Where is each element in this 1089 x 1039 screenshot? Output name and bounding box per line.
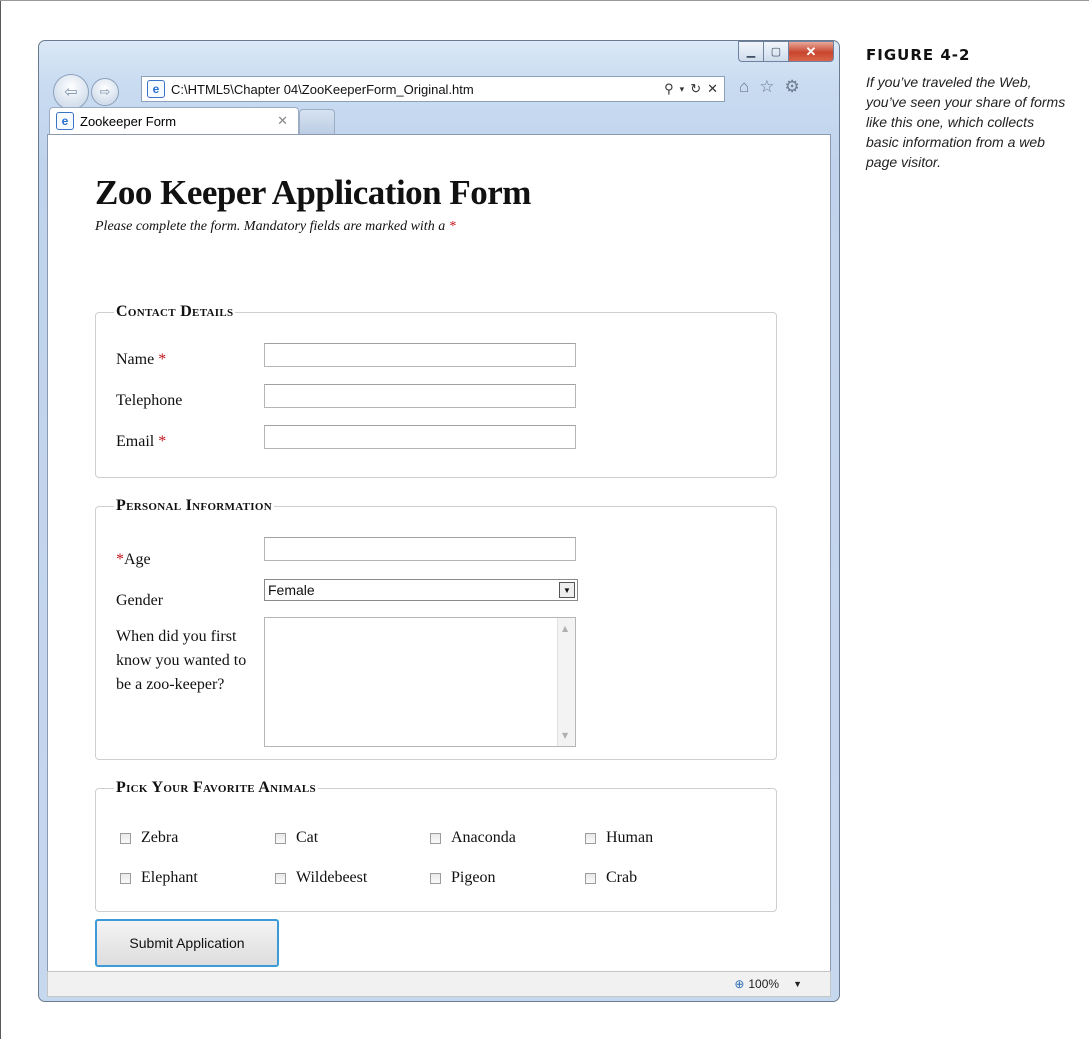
page-border-top: [0, 0, 1089, 1]
browser-toolbar: ⌂ ☆ ⚙: [739, 77, 800, 97]
address-bar[interactable]: e C:\HTML5\Chapter 04\ZooKeeperForm_Orig…: [141, 76, 725, 102]
maximize-button[interactable]: ▢: [763, 41, 788, 62]
email-label-text: Email: [116, 433, 155, 450]
scroll-down-icon[interactable]: ▼: [562, 731, 568, 740]
page-border-left: [0, 0, 1, 1039]
telephone-label: Telephone: [116, 392, 183, 409]
refresh-icon[interactable]: ↻: [690, 81, 701, 97]
browser-window: ▁ ▢ ✕ ⇦ ⇨ e C:\HTML5\Chapter 04\ZooKeepe…: [38, 40, 840, 1002]
name-label: Name *: [116, 351, 166, 369]
email-label: Email *: [116, 433, 166, 451]
checkbox-box[interactable]: [430, 832, 441, 844]
name-required-marker: *: [158, 351, 167, 368]
email-required-marker: *: [158, 433, 167, 450]
form-page: Zoo Keeper Application Form Please compl…: [95, 173, 795, 967]
search-dropdown-icon[interactable]: ▾: [680, 81, 685, 97]
address-tools: ⚲ ▾ ↻ ✕: [664, 81, 724, 97]
age-label: *Age: [116, 551, 151, 569]
favorite-animals-fieldset: Pick Your Favorite Animals Zebra Cat Ana…: [95, 779, 777, 912]
gender-selected-value: Female: [268, 582, 315, 598]
subtitle-text: Please complete the form. Mandatory fiel…: [95, 219, 446, 234]
checkbox-zebra[interactable]: Zebra: [120, 829, 178, 847]
name-label-text: Name: [116, 351, 155, 368]
back-icon: ⇦: [64, 84, 78, 101]
checkbox-human[interactable]: Human: [585, 829, 653, 847]
minimize-button[interactable]: ▁: [738, 41, 763, 62]
gender-label: Gender: [116, 592, 164, 609]
zoom-control[interactable]: ⊕ 100% ▼: [734, 977, 802, 991]
figure-number: FIGURE 4-2: [866, 46, 971, 64]
contact-details-fieldset: Contact Details Name * Telephone Email *: [95, 303, 777, 478]
tab-title: Zookeeper Form: [80, 113, 177, 129]
checkbox-label: Anaconda: [451, 829, 516, 846]
scroll-up-icon[interactable]: ▲: [562, 624, 568, 633]
checkbox-crab[interactable]: Crab: [585, 869, 637, 887]
checkbox-label: Wildebeest: [296, 869, 368, 886]
checkbox-box[interactable]: [120, 872, 131, 884]
page-subtitle: Please complete the form. Mandatory fiel…: [95, 219, 795, 235]
status-bar: ⊕ 100% ▼: [47, 971, 831, 997]
address-text[interactable]: C:\HTML5\Chapter 04\ZooKeeperForm_Origin…: [171, 82, 664, 97]
contact-details-legend: Contact Details: [114, 303, 236, 321]
forward-button[interactable]: ⇨: [91, 78, 119, 106]
submit-application-button[interactable]: Submit Application: [95, 919, 279, 967]
checkbox-box[interactable]: [275, 832, 286, 844]
checkbox-label: Pigeon: [451, 869, 496, 886]
stop-icon[interactable]: ✕: [707, 81, 718, 97]
ie-icon: e: [147, 80, 165, 98]
checkbox-cat[interactable]: Cat: [275, 829, 318, 847]
favorites-icon[interactable]: ☆: [759, 77, 774, 97]
checkbox-box[interactable]: [585, 832, 596, 844]
checkbox-wildebeest[interactable]: Wildebeest: [275, 869, 367, 887]
age-required-marker: *: [116, 551, 124, 568]
browser-tab[interactable]: e Zookeeper Form ✕: [49, 107, 299, 134]
zoom-level: 100%: [748, 977, 780, 991]
figure-caption: If you’ve traveled the Web, you’ve seen …: [866, 74, 1066, 170]
zoom-dropdown-icon[interactable]: ▼: [793, 979, 802, 989]
home-icon[interactable]: ⌂: [739, 77, 749, 97]
zoom-icon: ⊕: [734, 977, 745, 991]
personal-information-legend: Personal Information: [114, 497, 274, 515]
gender-select[interactable]: Female ▼: [264, 579, 578, 601]
chevron-down-icon[interactable]: ▼: [559, 582, 575, 598]
tab-ie-icon: e: [56, 112, 74, 130]
checkbox-elephant[interactable]: Elephant: [120, 869, 198, 887]
checkbox-label: Crab: [606, 869, 638, 886]
gear-icon[interactable]: ⚙: [785, 77, 800, 97]
personal-information-fieldset: Personal Information *Age Gender Female …: [95, 497, 777, 760]
back-button[interactable]: ⇦: [53, 74, 89, 110]
checkbox-label: Human: [606, 829, 654, 846]
checkbox-pigeon[interactable]: Pigeon: [430, 869, 495, 887]
checkbox-box[interactable]: [585, 872, 596, 884]
age-label-text: Age: [124, 551, 151, 568]
close-window-button[interactable]: ✕: [788, 41, 834, 62]
checkbox-box[interactable]: [275, 872, 286, 884]
telephone-input[interactable]: [264, 384, 576, 408]
name-input[interactable]: [264, 343, 576, 367]
checkbox-label: Zebra: [141, 829, 179, 846]
question-label: When did you first know you wanted to be…: [116, 628, 247, 693]
page-title: Zoo Keeper Application Form: [95, 173, 531, 212]
checkbox-box[interactable]: [430, 872, 441, 884]
forward-icon: ⇨: [99, 84, 111, 99]
favorite-animals-legend: Pick Your Favorite Animals: [114, 779, 318, 797]
window-controls: ▁ ▢ ✕: [738, 41, 834, 63]
required-marker: *: [448, 219, 456, 234]
age-input[interactable]: [264, 537, 576, 561]
checkbox-label: Cat: [296, 829, 319, 846]
page-viewport: Zoo Keeper Application Form Please compl…: [47, 134, 831, 972]
tab-close-icon[interactable]: ✕: [277, 113, 288, 129]
new-tab-button[interactable]: [299, 109, 335, 134]
checkbox-label: Elephant: [141, 869, 198, 886]
checkbox-box[interactable]: [120, 832, 131, 844]
zookeeper-question-textarea[interactable]: ▲ ▼: [264, 617, 576, 747]
search-icon[interactable]: ⚲: [664, 81, 674, 97]
email-input[interactable]: [264, 425, 576, 449]
textarea-scrollbar[interactable]: ▲ ▼: [557, 618, 575, 746]
checkbox-anaconda[interactable]: Anaconda: [430, 829, 516, 847]
